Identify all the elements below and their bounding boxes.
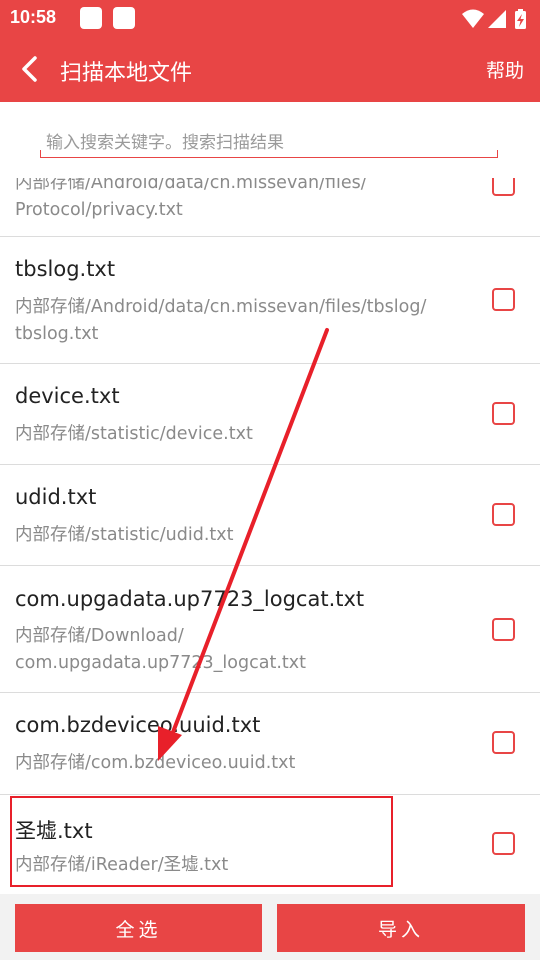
file-checkbox[interactable] xyxy=(492,288,515,311)
file-checkbox[interactable] xyxy=(492,618,515,641)
file-checkbox[interactable] xyxy=(492,731,515,754)
file-path-line: 内部存储/statistic/udid.txt xyxy=(15,525,234,545)
signal-icon xyxy=(488,10,506,28)
system-status-icons xyxy=(460,8,530,34)
file-checkbox[interactable] xyxy=(492,402,515,425)
search-underline xyxy=(40,150,498,158)
file-path-line: 内部存储/com.bzdeviceo.uuid.txt xyxy=(15,753,296,773)
file-row[interactable]: device.txt 内部存储/statistic/device.txt xyxy=(0,364,540,465)
file-row[interactable]: tbslog.txt 内部存储/Android/data/cn.missevan… xyxy=(0,237,540,364)
file-path-line: 内部存储/Android/data/cn.missevan/files/tbsl… xyxy=(15,297,427,317)
file-row[interactable]: 内部存储/Android/data/cn.missevan/files/ Pro… xyxy=(0,178,540,237)
notification-square-icon xyxy=(80,7,102,29)
file-path-line: 内部存储/Android/data/cn.missevan/files/ xyxy=(15,178,367,193)
file-path: 内部存储/statistic/device.txt xyxy=(15,421,487,448)
chevron-left-icon xyxy=(22,56,37,82)
file-list[interactable]: 内部存储/Android/data/cn.missevan/files/ Pro… xyxy=(0,178,540,894)
back-button[interactable] xyxy=(16,54,46,84)
file-checkbox[interactable] xyxy=(492,832,515,855)
file-path-line: tbslog.txt xyxy=(15,324,99,344)
file-path-line: com.upgadata.up7723_logcat.txt xyxy=(15,653,306,673)
notification-square-icon xyxy=(113,7,135,29)
file-row[interactable]: com.bzdeviceo.uuid.txt 内部存储/com.bzdevice… xyxy=(0,693,540,795)
file-checkbox[interactable] xyxy=(492,178,515,196)
file-path: 内部存储/Android/data/cn.missevan/files/ Pro… xyxy=(15,178,487,224)
file-path: 内部存储/statistic/udid.txt xyxy=(15,522,487,549)
file-name: udid.txt xyxy=(15,485,97,509)
battery-charging-icon xyxy=(515,9,526,29)
file-row[interactable]: udid.txt 内部存储/statistic/udid.txt xyxy=(0,465,540,566)
file-row[interactable]: com.upgadata.up7723_logcat.txt 内部存储/Down… xyxy=(0,566,540,693)
file-name: device.txt xyxy=(15,384,120,408)
help-button[interactable]: 帮助 xyxy=(486,56,524,83)
wifi-icon xyxy=(462,9,484,28)
status-time: 10:58 xyxy=(10,7,57,27)
file-path-line: 内部存储/Download/ xyxy=(15,626,184,646)
app-bar: 扫描本地文件 帮助 xyxy=(0,36,540,102)
file-name: tbslog.txt xyxy=(15,257,116,281)
import-button[interactable]: 导入 xyxy=(277,904,525,952)
file-name: com.bzdeviceo.uuid.txt xyxy=(15,713,261,737)
file-path-line: 内部存储/statistic/device.txt xyxy=(15,424,253,444)
file-checkbox[interactable] xyxy=(492,503,515,526)
highlight-box xyxy=(10,796,393,887)
bottom-action-bar: 全选 导入 xyxy=(0,894,540,960)
status-bar: 10:58 xyxy=(0,0,540,36)
file-name: com.upgadata.up7723_logcat.txt xyxy=(15,587,365,611)
file-path: 内部存储/Android/data/cn.missevan/files/tbsl… xyxy=(15,294,487,348)
search-bar xyxy=(0,102,540,178)
file-path: 内部存储/com.bzdeviceo.uuid.txt xyxy=(15,750,487,777)
select-all-button[interactable]: 全选 xyxy=(15,904,262,952)
file-path-line: Protocol/privacy.txt xyxy=(15,200,183,220)
page-title: 扫描本地文件 xyxy=(60,61,193,86)
file-path: 内部存储/Download/ com.upgadata.up7723_logca… xyxy=(15,623,487,677)
